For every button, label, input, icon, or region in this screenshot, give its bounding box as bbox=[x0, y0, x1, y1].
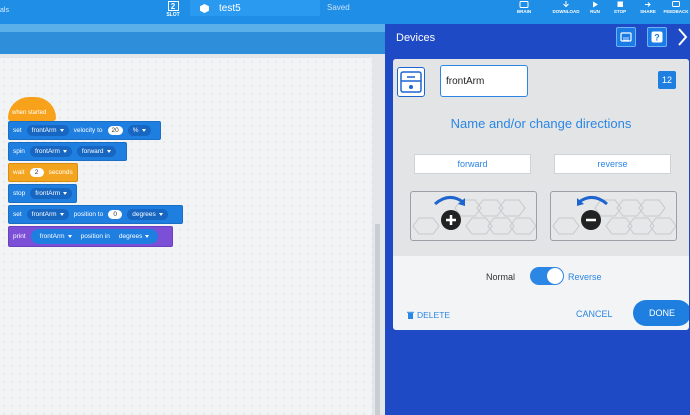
project-name-bar[interactable] bbox=[190, 0, 320, 16]
reverse-label: Reverse bbox=[568, 272, 602, 282]
block-cmd: set bbox=[13, 127, 22, 134]
block-cmd: print bbox=[13, 233, 26, 240]
direction-toggle-switch[interactable] bbox=[530, 267, 564, 285]
share-label: SHARE bbox=[640, 9, 656, 14]
devices-panel: Devices ? frontArm 12 Name and/or change… bbox=[385, 24, 690, 415]
feedback-button[interactable]: FEEDBACK bbox=[662, 1, 690, 14]
normal-label: Normal bbox=[486, 272, 516, 282]
print-block[interactable]: print frontArm position in degrees bbox=[8, 226, 173, 247]
reverse-label-field[interactable]: reverse bbox=[554, 154, 671, 174]
help-icon: ? bbox=[651, 31, 663, 43]
collapse-chevron-icon[interactable] bbox=[675, 26, 690, 48]
toolbar-tab-label[interactable]: als bbox=[0, 7, 9, 14]
device-config-card: frontArm 12 Name and/or change direction… bbox=[393, 59, 689, 330]
delete-button[interactable]: DELETE bbox=[407, 310, 450, 320]
motor-forward-icon bbox=[412, 196, 536, 235]
feedback-icon bbox=[672, 1, 680, 7]
project-name[interactable]: test5 bbox=[219, 3, 241, 14]
code-editor-panel: when started set frontArm velocity to 20… bbox=[0, 24, 385, 415]
toggle-knob bbox=[547, 268, 563, 284]
block-unit: seconds bbox=[48, 169, 73, 176]
device-dropdown[interactable]: frontArm bbox=[26, 209, 69, 220]
forward-direction-card[interactable] bbox=[410, 191, 537, 241]
workspace-scrollbar[interactable] bbox=[375, 224, 380, 415]
devices-title: Devices bbox=[396, 32, 436, 44]
block-cmd: spin bbox=[13, 148, 25, 155]
wait-block[interactable]: wait 2 seconds bbox=[8, 163, 78, 182]
brain-icon bbox=[519, 1, 529, 8]
stop-icon bbox=[617, 1, 623, 7]
wait-value-input[interactable]: 2 bbox=[29, 168, 44, 177]
device-dropdown[interactable]: frontArm bbox=[26, 125, 69, 136]
share-icon bbox=[645, 2, 651, 7]
code-toolbar bbox=[0, 24, 385, 54]
set-velocity-block[interactable]: set frontArm velocity to 20 % bbox=[8, 121, 161, 140]
block-cmd: wait bbox=[13, 169, 25, 176]
reporter-text: position in bbox=[80, 233, 110, 240]
direction-dropdown[interactable]: forward bbox=[76, 146, 116, 157]
run-icon bbox=[593, 1, 598, 8]
brain-label: BRAIN bbox=[516, 9, 532, 14]
directions-heading: Name and/or change directions bbox=[450, 116, 632, 131]
svg-text:?: ? bbox=[654, 33, 660, 43]
device-dropdown[interactable]: frontArm bbox=[29, 146, 72, 157]
spin-block[interactable]: spin frontArm forward bbox=[8, 142, 127, 161]
block-text: velocity to bbox=[73, 127, 103, 134]
block-cmd: set bbox=[13, 211, 22, 218]
slot-label: SLOT bbox=[166, 12, 180, 18]
done-button[interactable]: DONE bbox=[633, 300, 689, 326]
device-dropdown[interactable]: frontArm bbox=[30, 188, 73, 199]
block-cmd: stop bbox=[13, 190, 26, 197]
position-reporter[interactable]: frontArm position in degrees bbox=[30, 229, 159, 244]
help-button[interactable]: ? bbox=[647, 27, 667, 47]
slot-button[interactable]: 2 SLOT bbox=[164, 1, 182, 18]
run-label: RUN bbox=[590, 9, 600, 14]
stop-button[interactable]: STOP bbox=[611, 1, 629, 14]
top-toolbar: als 2 SLOT test5 Saved BRAIN DOWNLOAD RU… bbox=[0, 0, 690, 24]
reverse-direction-card[interactable] bbox=[550, 191, 677, 241]
position-value-input[interactable]: 0 bbox=[108, 210, 123, 219]
download-label: DOWNLOAD bbox=[552, 9, 580, 14]
motor-reverse-icon bbox=[552, 196, 676, 235]
device-dropdown[interactable]: frontArm bbox=[34, 231, 77, 242]
block-text: position to bbox=[73, 211, 104, 218]
delete-label: DELETE bbox=[417, 310, 451, 320]
share-button[interactable]: SHARE bbox=[638, 1, 658, 14]
trash-icon bbox=[407, 311, 414, 319]
device-name-input[interactable]: frontArm bbox=[440, 65, 528, 97]
run-button[interactable]: RUN bbox=[587, 1, 603, 14]
set-position-block[interactable]: set frontArm position to 0 degrees bbox=[8, 205, 183, 224]
cancel-button[interactable]: CANCEL bbox=[576, 309, 613, 319]
motor-device-icon bbox=[397, 67, 425, 97]
feedback-label: FEEDBACK bbox=[663, 9, 689, 14]
forward-label-field[interactable]: forward bbox=[414, 154, 531, 174]
port-number-badge[interactable]: 12 bbox=[658, 71, 676, 89]
download-button[interactable]: DOWNLOAD bbox=[550, 1, 582, 14]
unit-dropdown[interactable]: degrees bbox=[127, 209, 168, 220]
when-started-label: when started bbox=[12, 110, 47, 116]
save-status: Saved bbox=[327, 3, 350, 12]
device-info-button[interactable] bbox=[616, 27, 636, 47]
stop-block[interactable]: stop frontArm bbox=[8, 184, 77, 203]
brain-device-icon bbox=[620, 32, 632, 42]
code-toolbar-strip bbox=[0, 24, 385, 32]
brain-button[interactable]: BRAIN bbox=[514, 1, 534, 14]
slot-number: 2 bbox=[167, 1, 179, 11]
download-icon bbox=[563, 1, 569, 8]
unit-dropdown[interactable]: degrees bbox=[113, 231, 155, 242]
stop-label: STOP bbox=[613, 9, 627, 14]
velocity-value-input[interactable]: 20 bbox=[107, 126, 123, 135]
unit-dropdown[interactable]: % bbox=[127, 125, 151, 136]
